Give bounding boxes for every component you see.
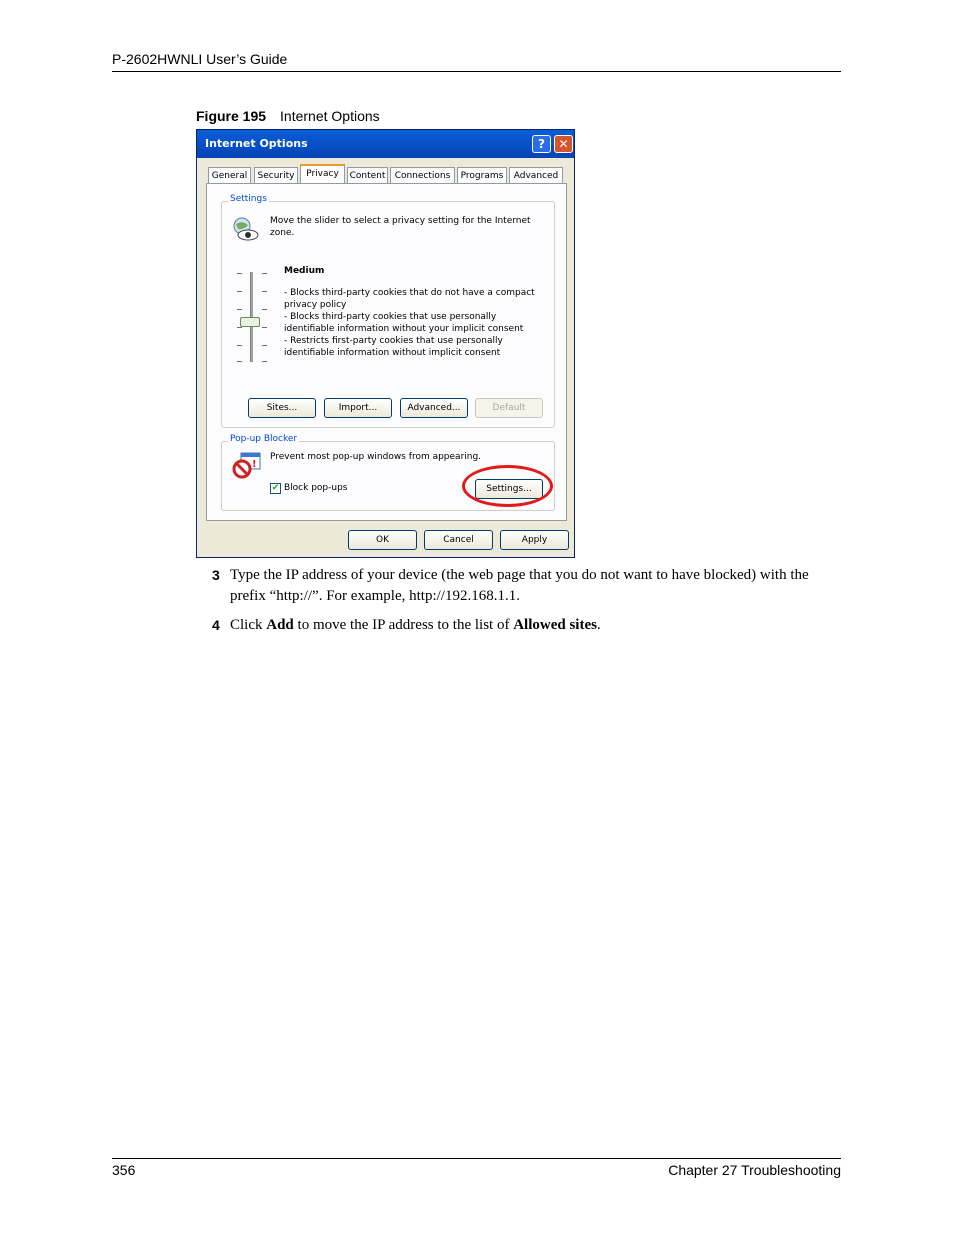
page-header-title: P-2602HWNLI User’s Guide: [112, 51, 288, 67]
settings-group: Settings Move the slider to select a pri…: [221, 194, 555, 428]
tab-content[interactable]: Content: [347, 167, 388, 183]
advanced-button[interactable]: Advanced...: [400, 398, 468, 418]
step-text-segment: .: [596, 617, 601, 633]
slider-tick: [262, 273, 267, 274]
tab-privacy[interactable]: Privacy: [300, 164, 345, 184]
slider-tick: [237, 345, 242, 346]
step-text-segment: Type the IP address of your device (the …: [230, 567, 809, 604]
popup-blocker-icon: !: [232, 452, 261, 479]
tab-general[interactable]: General: [208, 167, 251, 183]
figure-title: Internet Options: [280, 108, 380, 124]
tab-security[interactable]: Security: [254, 167, 298, 183]
step-number: 3: [212, 567, 220, 583]
slider-tick: [262, 327, 267, 328]
block-popups-label[interactable]: Block pop-ups: [284, 482, 348, 494]
globe-eye-icon: [233, 217, 259, 241]
privacy-level-label: Medium: [284, 266, 325, 276]
privacy-intro-text: Move the slider to select a privacy sett…: [270, 216, 531, 238]
svg-text:!: !: [252, 459, 257, 470]
import-button[interactable]: Import...: [324, 398, 392, 418]
step-text-bold: Allowed sites: [513, 617, 597, 633]
settings-group-label: Settings: [228, 194, 269, 204]
slider-tick: [262, 345, 267, 346]
footer-rule: [112, 1158, 841, 1159]
help-button[interactable]: ?: [532, 135, 551, 153]
step-text-segment: Click: [230, 617, 267, 633]
privacy-description-line: - Blocks third-party cookies that use pe…: [284, 312, 524, 334]
apply-button[interactable]: Apply: [500, 530, 569, 550]
slider-tick: [262, 309, 267, 310]
dialog-titlebar[interactable]: Internet Options ? ✕: [197, 130, 574, 158]
block-popups-checkbox[interactable]: ✔: [270, 483, 281, 494]
page-number: 356: [112, 1162, 136, 1178]
popup-blocker-group-label: Pop-up Blocker: [228, 434, 300, 444]
slider-tick: [262, 361, 267, 362]
default-button[interactable]: Default: [475, 398, 543, 418]
slider-tick: [262, 291, 267, 292]
slider-tick: [237, 327, 242, 328]
step-text: Type the IP address of your device (the …: [230, 565, 840, 607]
figure-caption: Figure 195 Internet Options: [196, 108, 380, 124]
privacy-description-line: - Blocks third-party cookies that do not…: [284, 288, 535, 310]
tab-programs[interactable]: Programs: [457, 167, 507, 183]
internet-options-dialog: Internet Options ? ✕ General Security Pr…: [196, 129, 575, 558]
chapter-title: Chapter 27 Troubleshooting: [668, 1162, 841, 1178]
slider-tick: [237, 309, 242, 310]
step-text-segment: to move the IP address to the list of: [293, 617, 514, 633]
slider-tick: [237, 361, 242, 362]
privacy-description-line: - Restricts first-party cookies that use…: [284, 336, 503, 358]
tab-advanced[interactable]: Advanced: [509, 167, 563, 183]
ok-button[interactable]: OK: [348, 530, 417, 550]
step-number: 4: [212, 617, 220, 633]
popup-blocker-description: Prevent most pop-up windows from appeari…: [270, 452, 482, 462]
close-button[interactable]: ✕: [554, 135, 573, 153]
figure-label: Figure 195: [196, 108, 267, 124]
cancel-button[interactable]: Cancel: [424, 530, 493, 550]
step-text: Click Add to move the IP address to the …: [230, 615, 840, 636]
privacy-slider-thumb[interactable]: [240, 317, 260, 327]
highlight-circle: [462, 465, 553, 507]
slider-tick: [237, 291, 242, 292]
step-text-bold: Add: [266, 617, 294, 633]
header-rule: [112, 71, 841, 72]
dialog-title: Internet Options: [205, 137, 308, 150]
slider-tick: [237, 273, 242, 274]
tab-connections[interactable]: Connections: [390, 167, 455, 183]
sites-button[interactable]: Sites...: [248, 398, 316, 418]
